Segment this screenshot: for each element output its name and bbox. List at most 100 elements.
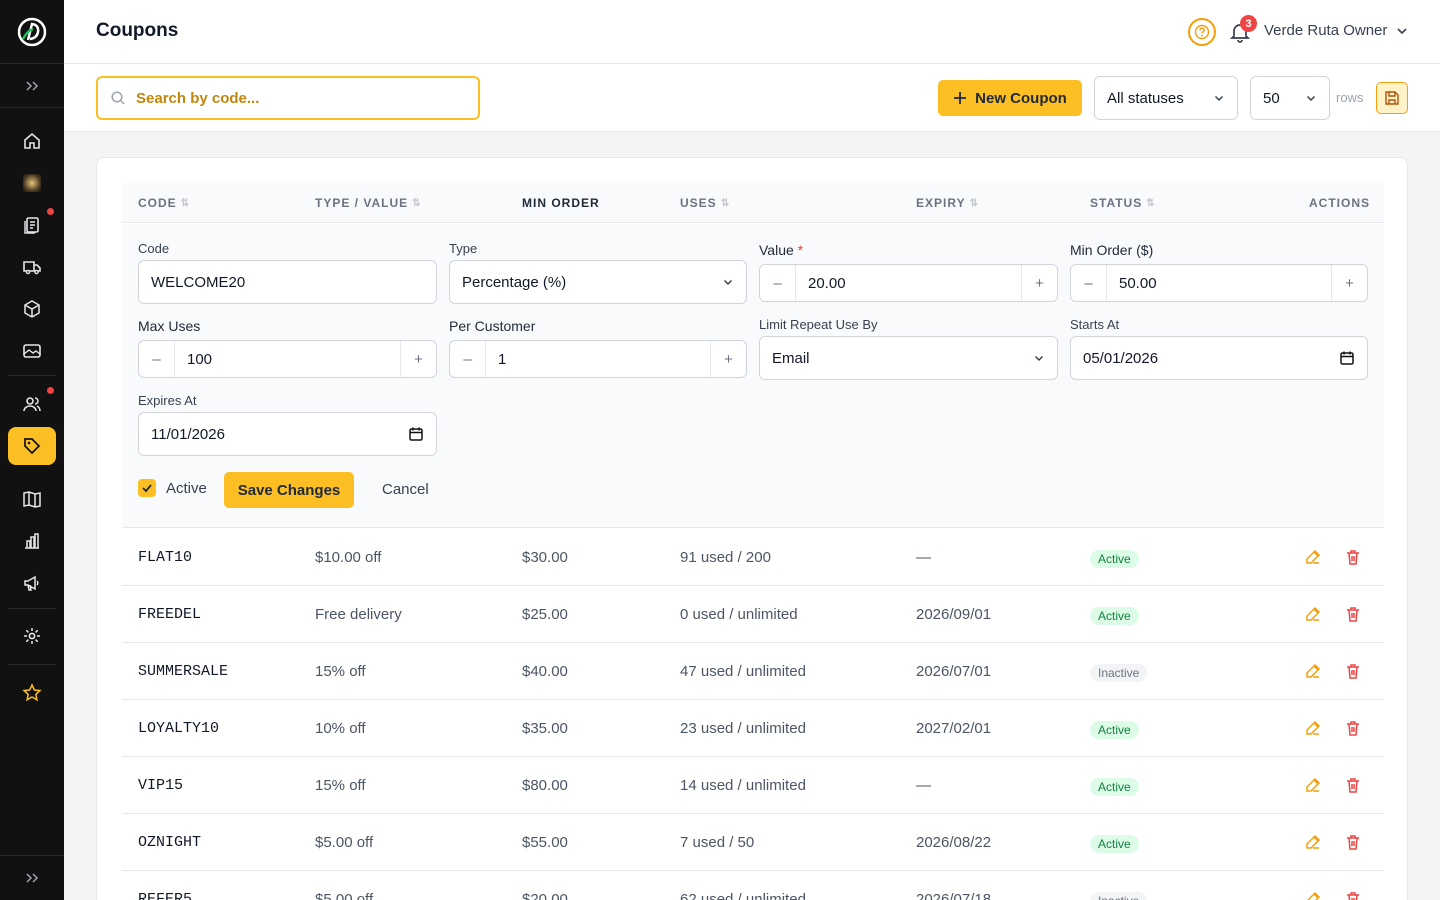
starts-at-value: 05/01/2026 bbox=[1083, 349, 1159, 367]
coupon-code: LOYALTY10 bbox=[138, 720, 220, 737]
coupon-uses: 62 used / unlimited bbox=[680, 891, 806, 900]
settings-icon bbox=[24, 628, 40, 644]
trash-icon[interactable] bbox=[1344, 548, 1362, 566]
search-box[interactable] bbox=[96, 76, 480, 120]
edit-icon[interactable] bbox=[1304, 890, 1322, 900]
active-checkbox[interactable]: Active bbox=[138, 479, 207, 497]
column-header-uses[interactable]: USES ⇅ bbox=[680, 196, 729, 210]
sidebar-item-home[interactable] bbox=[8, 122, 56, 160]
sidebar-item-products[interactable] bbox=[8, 290, 56, 328]
plus-icon bbox=[954, 92, 967, 104]
logo-icon bbox=[17, 17, 47, 46]
sidebar-expand-button[interactable] bbox=[0, 64, 64, 108]
help-button[interactable] bbox=[1188, 18, 1216, 46]
trash-icon[interactable] bbox=[1344, 662, 1362, 680]
type-select[interactable]: Percentage (%) bbox=[449, 260, 747, 304]
sidebar-item-analytics[interactable] bbox=[8, 522, 56, 560]
sidebar-item-delivery[interactable] bbox=[8, 248, 56, 286]
trash-icon[interactable] bbox=[1344, 776, 1362, 794]
active-label: Active bbox=[166, 479, 207, 497]
column-header-status[interactable]: STATUS ⇅ bbox=[1090, 196, 1155, 210]
sidebar-item-catalog[interactable] bbox=[8, 480, 56, 518]
max-uses-decrement-button[interactable]: – bbox=[139, 341, 175, 377]
per-customer-decrement-button[interactable]: – bbox=[450, 341, 486, 377]
coupon-type-value: 15% off bbox=[315, 663, 366, 680]
user-menu[interactable]: Verde Ruta Owner bbox=[1264, 22, 1409, 39]
app-logo[interactable] bbox=[0, 0, 64, 64]
min-order-increment-button[interactable]: + bbox=[1331, 265, 1367, 301]
max-uses-label: Max Uses bbox=[138, 318, 201, 334]
sidebar-item-store[interactable] bbox=[8, 164, 56, 202]
trash-icon[interactable] bbox=[1344, 719, 1362, 737]
sidebar-collapse-toggle[interactable] bbox=[0, 855, 64, 900]
required-marker: * bbox=[797, 242, 804, 258]
per-customer-input[interactable]: 1 bbox=[486, 341, 710, 377]
sidebar-divider bbox=[8, 664, 56, 665]
status-badge: Active bbox=[1090, 778, 1139, 796]
edit-icon[interactable] bbox=[1304, 833, 1322, 851]
edit-icon[interactable] bbox=[1304, 662, 1322, 680]
coupon-min-order: $20.00 bbox=[522, 891, 568, 900]
expires-at-date-input[interactable]: 11/01/2026 bbox=[138, 412, 437, 456]
column-header-code[interactable]: CODE ⇅ bbox=[138, 196, 189, 210]
trash-icon[interactable] bbox=[1344, 605, 1362, 623]
value-stepper[interactable]: – 20.00 + bbox=[759, 264, 1058, 302]
min-order-input[interactable]: 50.00 bbox=[1107, 265, 1331, 301]
rows-per-page-value: 50 bbox=[1263, 89, 1280, 107]
sidebar-item-settings[interactable] bbox=[8, 617, 56, 655]
search-input[interactable] bbox=[136, 89, 456, 107]
chevron-down-icon bbox=[1397, 27, 1407, 34]
column-header-min-order[interactable]: MIN ORDER bbox=[522, 196, 600, 210]
notification-count-badge: 3 bbox=[1240, 15, 1257, 32]
table-row: FLAT10 $10.00 off $30.00 91 used / 200 — Acti… bbox=[122, 529, 1384, 586]
rows-per-page-select[interactable]: 50 bbox=[1250, 76, 1330, 120]
sidebar-item-orders[interactable] bbox=[8, 206, 56, 244]
save-changes-button[interactable]: Save Changes bbox=[224, 472, 354, 508]
coupon-type-value: $5.00 off bbox=[315, 834, 374, 851]
per-customer-increment-button[interactable]: + bbox=[710, 341, 746, 377]
sidebar-item-customers[interactable] bbox=[8, 385, 56, 423]
edit-icon[interactable] bbox=[1304, 605, 1322, 623]
sidebar-item-favorites[interactable] bbox=[8, 674, 56, 712]
value-input[interactable]: 20.00 bbox=[796, 265, 1021, 301]
sidebar-item-coupons[interactable] bbox=[8, 427, 56, 465]
max-uses-stepper[interactable]: – 100 + bbox=[138, 340, 437, 378]
starts-at-date-input[interactable]: 05/01/2026 bbox=[1070, 336, 1368, 380]
code-field[interactable]: WELCOME20 bbox=[138, 260, 437, 304]
status-filter-select[interactable]: All statuses bbox=[1094, 76, 1238, 120]
sidebar-item-media[interactable] bbox=[8, 332, 56, 370]
sort-icon: ⇅ bbox=[720, 197, 730, 209]
per-customer-stepper[interactable]: – 1 + bbox=[449, 340, 747, 378]
trash-icon[interactable] bbox=[1344, 890, 1362, 900]
max-uses-input[interactable]: 100 bbox=[175, 341, 400, 377]
edit-icon[interactable] bbox=[1304, 776, 1322, 794]
delivery-icon bbox=[23, 261, 41, 275]
new-coupon-button[interactable]: New Coupon bbox=[938, 80, 1082, 116]
edit-icon[interactable] bbox=[1304, 719, 1322, 737]
trash-icon[interactable] bbox=[1344, 833, 1362, 851]
chevrons-right-icon bbox=[26, 80, 39, 91]
status-badge: Inactive bbox=[1090, 664, 1148, 682]
column-header-type-value[interactable]: TYPE / VALUE ⇅ bbox=[315, 196, 421, 210]
toolbar: New Coupon All statuses 50 rows bbox=[64, 64, 1440, 132]
status-badge: Active bbox=[1090, 721, 1139, 739]
calendar-icon[interactable] bbox=[1339, 350, 1355, 366]
coupon-code: VIP15 bbox=[138, 777, 184, 794]
checkbox-checked-icon[interactable] bbox=[138, 479, 156, 497]
cancel-button[interactable]: Cancel bbox=[382, 481, 429, 498]
value-decrement-button[interactable]: – bbox=[760, 265, 796, 301]
save-view-button[interactable] bbox=[1376, 82, 1408, 114]
min-order-stepper[interactable]: – 50.00 + bbox=[1070, 264, 1368, 302]
status-badge: Inactive bbox=[1090, 892, 1148, 900]
status-badge: Active bbox=[1090, 550, 1139, 568]
value-increment-button[interactable]: + bbox=[1021, 265, 1057, 301]
calendar-icon[interactable] bbox=[408, 426, 424, 442]
page-title: Coupons bbox=[96, 20, 179, 41]
edit-icon[interactable] bbox=[1304, 548, 1322, 566]
max-uses-increment-button[interactable]: + bbox=[400, 341, 436, 377]
min-order-decrement-button[interactable]: – bbox=[1071, 265, 1107, 301]
sidebar-item-marketing[interactable] bbox=[8, 564, 56, 602]
column-header-expiry[interactable]: EXPIRY ⇅ bbox=[916, 196, 978, 210]
star-icon bbox=[22, 683, 42, 702]
limit-repeat-select[interactable]: Email bbox=[759, 336, 1058, 380]
